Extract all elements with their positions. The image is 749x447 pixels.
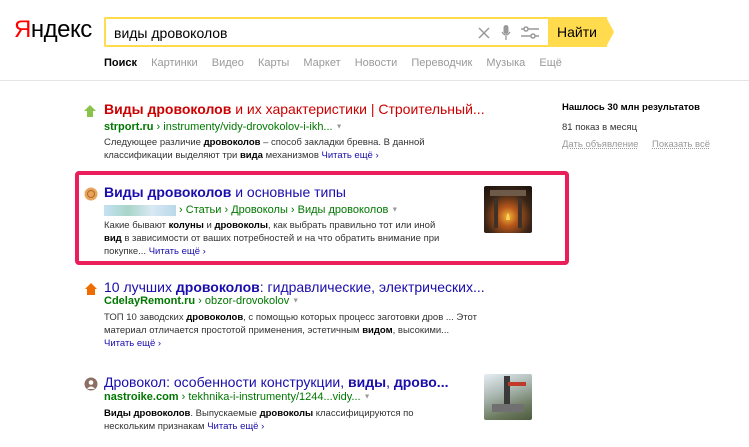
find-button-arrow — [606, 17, 614, 47]
yandex-logo[interactable]: Яндекс — [14, 16, 92, 44]
result-thumbnail[interactable] — [484, 374, 532, 420]
result-url[interactable]: nastroike.com › tekhnika-i-instrumenty/1… — [104, 391, 371, 403]
result-snippet: ТОП 10 заводских дровоколов, с помощью к… — [104, 312, 477, 349]
url-menu-icon[interactable]: ▼ — [336, 124, 343, 131]
show-all-link[interactable]: Показать всё — [652, 139, 710, 150]
tab-images[interactable]: Картинки — [151, 57, 198, 69]
url-menu-icon[interactable]: ▼ — [364, 394, 371, 401]
nastroike-favicon — [84, 377, 98, 391]
tab-music[interactable]: Музыка — [486, 57, 525, 69]
tab-video[interactable]: Видео — [212, 57, 244, 69]
read-more-link[interactable]: Читать ещё › — [207, 421, 264, 432]
url-menu-icon[interactable]: ▼ — [391, 207, 398, 214]
result-thumbnail[interactable] — [484, 186, 532, 233]
house-favicon — [84, 282, 97, 295]
result-title[interactable]: Дровокол: особенности конструкции, виды,… — [104, 374, 448, 390]
url-menu-icon[interactable]: ▼ — [292, 298, 299, 305]
find-button[interactable]: Найти — [548, 17, 606, 47]
results-count: Нашлось 30 млн результатов — [562, 102, 700, 113]
give-ad-link[interactable]: Дать объявление — [562, 139, 638, 150]
result-snippet: Следующее различие дровоколов – способ з… — [104, 137, 425, 161]
search-box — [104, 17, 607, 47]
tab-news[interactable]: Новости — [355, 57, 398, 69]
search-tabs: Поиск Картинки Видео Карты Маркет Новост… — [104, 57, 573, 69]
result-title[interactable]: Виды дровоколов и их характеристики | Ст… — [104, 101, 485, 117]
search-result: Виды дровоколов и их характеристики | Ст… — [84, 101, 556, 161]
result-title[interactable]: Виды дровоколов и основные типы — [104, 184, 346, 200]
search-result: 10 лучших дровоколов: гидравлические, эл… — [84, 279, 556, 349]
tab-market[interactable]: Маркет — [303, 57, 340, 69]
clear-icon[interactable] — [476, 23, 492, 43]
wood-log-favicon — [84, 187, 98, 201]
result-url[interactable]: strport.ru › instrumenty/vidy-drovokolov… — [104, 121, 343, 133]
settings-sliders-icon[interactable] — [520, 23, 540, 43]
microphone-icon[interactable] — [498, 23, 514, 43]
tab-search[interactable]: Поиск — [104, 57, 137, 69]
tab-translate[interactable]: Переводчик — [411, 57, 472, 69]
blurred-domain — [104, 204, 176, 216]
tab-more[interactable]: Ещё — [539, 57, 562, 69]
result-title[interactable]: 10 лучших дровоколов: гидравлические, эл… — [104, 279, 485, 295]
search-input[interactable] — [114, 23, 464, 43]
read-more-link[interactable]: Читать ещё › — [149, 246, 206, 257]
result-snippet: Виды дровоколов. Выпускаемые дровоколы к… — [104, 408, 414, 432]
result-snippet: Какие бывают колуны и дровоколы, как выб… — [104, 220, 440, 257]
result-url[interactable]: › Статьи › Дровоколы › Виды дровоколов ▼ — [104, 204, 398, 216]
strport-favicon — [84, 104, 96, 117]
read-more-link[interactable]: Читать ещё › — [104, 338, 161, 349]
read-more-link[interactable]: Читать ещё › — [322, 150, 379, 161]
result-url[interactable]: CdelayRemont.ru › obzor-drovokolov ▼ — [104, 295, 299, 307]
monthly-shows: 81 показ в месяц — [562, 122, 638, 133]
tab-maps[interactable]: Карты — [258, 57, 289, 69]
tabs-divider — [0, 80, 749, 81]
